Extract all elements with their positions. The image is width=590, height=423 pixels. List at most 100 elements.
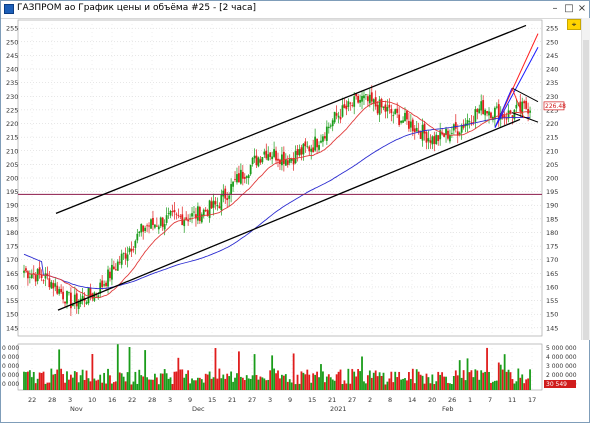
candle-body: [226, 198, 229, 201]
volume-bar: [99, 374, 102, 390]
volume-bar: [400, 379, 402, 390]
candle-body: [241, 171, 244, 179]
minimize-button[interactable]: –: [549, 3, 561, 15]
volume-bar: [277, 370, 279, 390]
candle-body: [85, 302, 88, 304]
volume-bar: [144, 350, 147, 390]
volume-bar: [132, 381, 135, 390]
price-tick-label-right: 155: [546, 297, 558, 305]
candle-body: [480, 101, 483, 111]
volume-bar: [386, 381, 389, 390]
price-tick-label-right: 160: [546, 283, 558, 291]
volume-bar: [482, 372, 485, 390]
candle-body: [175, 213, 178, 215]
candle-body: [425, 132, 428, 143]
price-tick-label-left: 180: [6, 229, 18, 237]
volume-bar: [495, 380, 498, 390]
volume-bar: [27, 371, 29, 390]
volume-bar: [323, 382, 326, 390]
candle-body: [263, 151, 266, 155]
candle-body: [69, 292, 72, 309]
volume-bar: [333, 380, 336, 390]
volume-bar: [318, 377, 320, 390]
price-tick-label-left: 195: [6, 188, 18, 196]
volume-tick-label-left: 0 000: [2, 354, 19, 361]
volume-bar: [56, 369, 59, 390]
volume-bar: [206, 374, 209, 390]
volume-bar: [497, 362, 500, 390]
candle-body: [169, 210, 172, 216]
candle-body: [210, 201, 213, 209]
volume-bar: [64, 382, 66, 390]
candle-body: [488, 111, 490, 116]
volume-bar: [331, 379, 334, 390]
price-volume-chart[interactable]: 255 255 250 250 245 245 240 240 235 235 230 230 225 2…: [2, 18, 580, 423]
volume-bar: [392, 382, 395, 390]
time-day-label: 9: [288, 396, 292, 404]
price-tick-label-right: 175: [546, 243, 558, 251]
price-tick-label-left: 205: [6, 161, 18, 169]
volume-bar: [138, 369, 141, 390]
candle-body: [327, 126, 330, 129]
candle-body: [198, 206, 201, 221]
volume-bar: [34, 383, 37, 390]
volume-tick-label-right: 2 000 000: [546, 372, 577, 379]
volume-bar: [148, 379, 150, 390]
volume-bar: [214, 348, 217, 390]
volume-bar: [355, 376, 358, 390]
time-month-label: Feb: [442, 405, 454, 413]
volume-tick-label-left: 0 000: [2, 372, 19, 379]
candle-body: [163, 223, 166, 230]
candle-body: [249, 164, 252, 175]
candle-body: [394, 109, 397, 115]
volume-bar: [267, 379, 270, 390]
time-day-label: 3: [168, 396, 172, 404]
volume-bar: [464, 380, 467, 390]
current-price-value: 226.48: [545, 103, 566, 110]
volume-bar: [118, 372, 121, 390]
maximize-button[interactable]: □: [563, 3, 575, 15]
volume-bar: [44, 383, 47, 390]
volume-bar: [281, 374, 283, 390]
candle-body: [468, 121, 471, 122]
candle-body: [234, 179, 236, 180]
volume-bar: [218, 368, 221, 390]
candle-body: [271, 156, 274, 160]
volume-bar: [210, 378, 213, 390]
volume-bar: [398, 371, 401, 390]
candle-body: [408, 121, 410, 129]
time-day-label: 16: [108, 396, 116, 404]
candle-body: [52, 282, 55, 289]
volume-bar: [298, 383, 301, 390]
time-day-label: 22: [128, 396, 136, 404]
volume-bar: [224, 378, 227, 390]
candle-body: [122, 252, 125, 254]
candle-body: [318, 145, 320, 150]
candle-body: [359, 99, 361, 103]
volume-bar: [230, 371, 233, 390]
scrollbar-thumb[interactable]: [583, 40, 589, 340]
volume-bar: [66, 371, 68, 390]
volume-bar: [335, 374, 338, 390]
candle-body: [66, 290, 68, 304]
vertical-scrollbar[interactable]: [581, 18, 590, 340]
volume-bar: [130, 384, 133, 390]
candle-body: [224, 188, 227, 199]
price-tick-label-left: 220: [6, 120, 18, 128]
candle-body: [423, 123, 426, 134]
candle-body: [144, 227, 147, 231]
candle-body: [140, 224, 143, 233]
candle-body: [167, 213, 170, 214]
candle-body: [308, 146, 311, 152]
volume-bar: [77, 382, 80, 390]
volume-bar: [347, 368, 350, 390]
volume-bar: [462, 370, 465, 390]
close-button[interactable]: ×: [576, 3, 588, 15]
volume-bar: [251, 375, 254, 390]
volume-bar: [97, 379, 100, 390]
candle-body: [396, 108, 399, 113]
candle-body: [353, 96, 356, 107]
candle-body: [62, 291, 64, 300]
candle-body: [191, 213, 193, 217]
price-tick-label-right: 185: [546, 215, 558, 223]
